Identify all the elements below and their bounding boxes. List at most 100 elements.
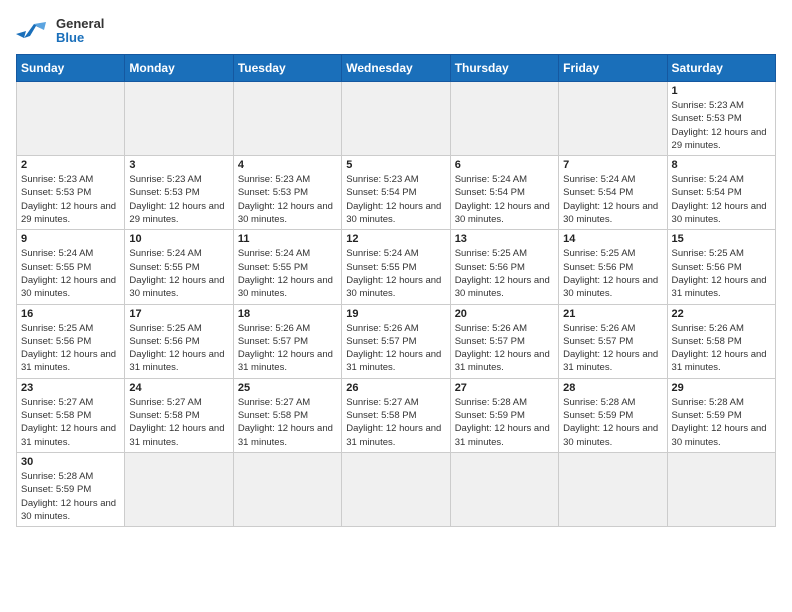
weekday-header: Saturday (667, 55, 775, 82)
day-info: Sunrise: 5:25 AMSunset: 5:56 PMDaylight:… (455, 247, 554, 300)
day-info: Sunrise: 5:26 AMSunset: 5:57 PMDaylight:… (346, 322, 445, 375)
calendar-day-cell: 10 Sunrise: 5:24 AMSunset: 5:55 PMDayligh… (125, 230, 233, 304)
day-info: Sunrise: 5:24 AMSunset: 5:54 PMDaylight:… (563, 173, 662, 226)
day-info: Sunrise: 5:23 AMSunset: 5:53 PMDaylight:… (672, 99, 771, 152)
day-info: Sunrise: 5:24 AMSunset: 5:54 PMDaylight:… (672, 173, 771, 226)
day-info: Sunrise: 5:24 AMSunset: 5:54 PMDaylight:… (455, 173, 554, 226)
calendar-day-cell: 29 Sunrise: 5:28 AMSunset: 5:59 PMDayligh… (667, 378, 775, 452)
calendar-day-cell: 7 Sunrise: 5:24 AMSunset: 5:54 PMDaylight… (559, 156, 667, 230)
day-number: 19 (346, 308, 445, 320)
day-info: Sunrise: 5:25 AMSunset: 5:56 PMDaylight:… (563, 247, 662, 300)
day-info: Sunrise: 5:27 AMSunset: 5:58 PMDaylight:… (346, 396, 445, 449)
day-number: 28 (563, 382, 662, 394)
calendar-day-cell: 23 Sunrise: 5:27 AMSunset: 5:58 PMDayligh… (17, 378, 125, 452)
day-info: Sunrise: 5:24 AMSunset: 5:55 PMDaylight:… (238, 247, 337, 300)
day-number: 12 (346, 233, 445, 245)
day-number: 1 (672, 85, 771, 97)
calendar-day-cell (667, 452, 775, 526)
day-number: 3 (129, 159, 228, 171)
day-info: Sunrise: 5:26 AMSunset: 5:57 PMDaylight:… (563, 322, 662, 375)
day-number: 13 (455, 233, 554, 245)
calendar-day-cell: 15 Sunrise: 5:25 AMSunset: 5:56 PMDayligh… (667, 230, 775, 304)
weekday-header: Thursday (450, 55, 558, 82)
logo-text: General Blue (56, 17, 104, 46)
day-number: 16 (21, 308, 120, 320)
day-number: 8 (672, 159, 771, 171)
calendar-day-cell (342, 452, 450, 526)
calendar-day-cell (17, 82, 125, 156)
day-info: Sunrise: 5:26 AMSunset: 5:57 PMDaylight:… (238, 322, 337, 375)
day-info: Sunrise: 5:27 AMSunset: 5:58 PMDaylight:… (238, 396, 337, 449)
day-info: Sunrise: 5:25 AMSunset: 5:56 PMDaylight:… (129, 322, 228, 375)
calendar-day-cell: 5Sunrise: 5:23 AMSunset: 5:54 PMDaylight… (342, 156, 450, 230)
weekday-header: Friday (559, 55, 667, 82)
day-info: Sunrise: 5:24 AMSunset: 5:55 PMDaylight:… (129, 247, 228, 300)
calendar-day-cell (559, 82, 667, 156)
calendar-header: SundayMondayTuesdayWednesdayThursdayFrid… (17, 55, 776, 82)
day-info: Sunrise: 5:28 AMSunset: 5:59 PMDaylight:… (672, 396, 771, 449)
calendar-day-cell: 22 Sunrise: 5:26 AMSunset: 5:58 PMDayligh… (667, 304, 775, 378)
day-info: Sunrise: 5:25 AMSunset: 5:56 PMDaylight:… (672, 247, 771, 300)
day-number: 17 (129, 308, 228, 320)
day-number: 23 (21, 382, 120, 394)
calendar-day-cell: 27Sunrise: 5:28 AMSunset: 5:59 PMDayligh… (450, 378, 558, 452)
day-info: Sunrise: 5:23 AMSunset: 5:54 PMDaylight:… (346, 173, 445, 226)
calendar-day-cell: 2 Sunrise: 5:23 AMSunset: 5:53 PMDaylight… (17, 156, 125, 230)
day-number: 30 (21, 456, 120, 468)
calendar-day-cell: 14Sunrise: 5:25 AMSunset: 5:56 PMDayligh… (559, 230, 667, 304)
day-info: Sunrise: 5:23 AMSunset: 5:53 PMDaylight:… (238, 173, 337, 226)
day-number: 22 (672, 308, 771, 320)
day-info: Sunrise: 5:26 AMSunset: 5:57 PMDaylight:… (455, 322, 554, 375)
calendar-table: SundayMondayTuesdayWednesdayThursdayFrid… (16, 54, 776, 527)
calendar-day-cell (233, 82, 341, 156)
day-number: 4 (238, 159, 337, 171)
day-info: Sunrise: 5:26 AMSunset: 5:58 PMDaylight:… (672, 322, 771, 375)
day-number: 27 (455, 382, 554, 394)
calendar-day-cell: 13 Sunrise: 5:25 AMSunset: 5:56 PMDayligh… (450, 230, 558, 304)
day-info: Sunrise: 5:27 AMSunset: 5:58 PMDaylight:… (21, 396, 120, 449)
weekday-header: Tuesday (233, 55, 341, 82)
day-number: 21 (563, 308, 662, 320)
day-number: 11 (238, 233, 337, 245)
day-number: 9 (21, 233, 120, 245)
day-number: 24 (129, 382, 228, 394)
day-info: Sunrise: 5:28 AMSunset: 5:59 PMDaylight:… (21, 470, 120, 523)
calendar-day-cell (450, 452, 558, 526)
calendar-day-cell: 24Sunrise: 5:27 AMSunset: 5:58 PMDayligh… (125, 378, 233, 452)
day-info: Sunrise: 5:24 AMSunset: 5:55 PMDaylight:… (346, 247, 445, 300)
calendar-day-cell (342, 82, 450, 156)
calendar-day-cell: 8 Sunrise: 5:24 AMSunset: 5:54 PMDaylight… (667, 156, 775, 230)
calendar-day-cell: 1 Sunrise: 5:23 AMSunset: 5:53 PMDaylight… (667, 82, 775, 156)
weekday-header: Sunday (17, 55, 125, 82)
calendar-day-cell (233, 452, 341, 526)
weekday-header: Monday (125, 55, 233, 82)
day-number: 15 (672, 233, 771, 245)
calendar-day-cell: 17 Sunrise: 5:25 AMSunset: 5:56 PMDayligh… (125, 304, 233, 378)
calendar-day-cell: 20 Sunrise: 5:26 AMSunset: 5:57 PMDayligh… (450, 304, 558, 378)
calendar-day-cell: 11 Sunrise: 5:24 AMSunset: 5:55 PMDayligh… (233, 230, 341, 304)
calendar-day-cell: 12 Sunrise: 5:24 AMSunset: 5:55 PMDayligh… (342, 230, 450, 304)
day-number: 25 (238, 382, 337, 394)
day-number: 29 (672, 382, 771, 394)
day-number: 6 (455, 159, 554, 171)
day-number: 20 (455, 308, 554, 320)
logo-icon (16, 16, 52, 46)
calendar-day-cell: 26 Sunrise: 5:27 AMSunset: 5:58 PMDayligh… (342, 378, 450, 452)
calendar-day-cell: 6 Sunrise: 5:24 AMSunset: 5:54 PMDaylight… (450, 156, 558, 230)
calendar-day-cell: 21 Sunrise: 5:26 AMSunset: 5:57 PMDayligh… (559, 304, 667, 378)
calendar-day-cell: 18 Sunrise: 5:26 AMSunset: 5:57 PMDayligh… (233, 304, 341, 378)
calendar-day-cell (125, 82, 233, 156)
weekday-header: Wednesday (342, 55, 450, 82)
calendar-day-cell (125, 452, 233, 526)
calendar-day-cell: 4 Sunrise: 5:23 AMSunset: 5:53 PMDaylight… (233, 156, 341, 230)
calendar-day-cell: 9Sunrise: 5:24 AMSunset: 5:55 PMDaylight… (17, 230, 125, 304)
day-number: 26 (346, 382, 445, 394)
day-info: Sunrise: 5:23 AMSunset: 5:53 PMDaylight:… (21, 173, 120, 226)
calendar-day-cell: 25 Sunrise: 5:27 AMSunset: 5:58 PMDayligh… (233, 378, 341, 452)
calendar-week-row: 16 Sunrise: 5:25 AMSunset: 5:56 PMDayligh… (17, 304, 776, 378)
day-number: 10 (129, 233, 228, 245)
calendar-day-cell: 19 Sunrise: 5:26 AMSunset: 5:57 PMDayligh… (342, 304, 450, 378)
day-number: 7 (563, 159, 662, 171)
day-number: 2 (21, 159, 120, 171)
day-number: 18 (238, 308, 337, 320)
